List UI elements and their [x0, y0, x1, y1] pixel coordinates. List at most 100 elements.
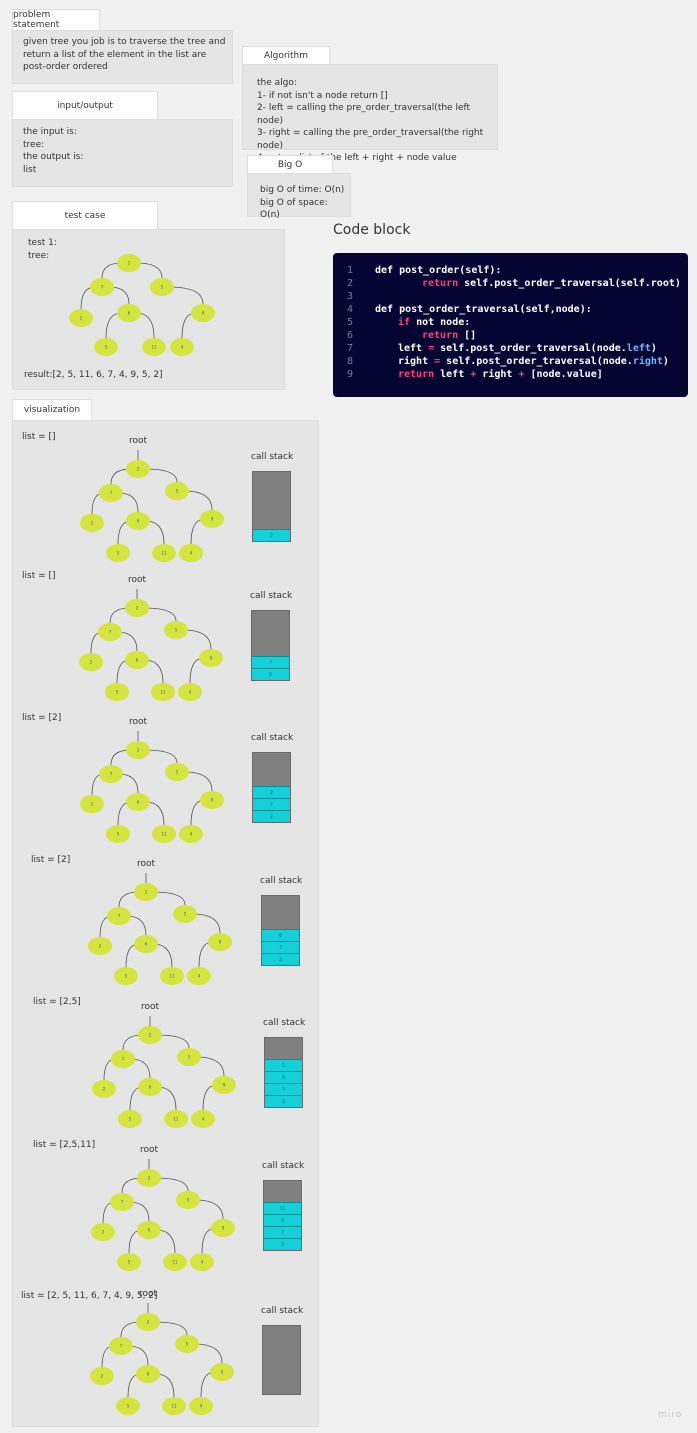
call-stack: 11 6 7 2 — [263, 1180, 302, 1251]
root-label: root — [129, 717, 148, 727]
tree-node-value: 5 — [176, 489, 179, 494]
call-stack-label: call stack — [263, 1018, 306, 1028]
tree-node-value: 2 — [103, 1087, 106, 1092]
tree-node-value: 7 — [120, 1344, 123, 1349]
tree-edge — [144, 607, 177, 622]
tree-edge — [145, 468, 178, 483]
tree-node-value: 7 — [118, 914, 121, 919]
tree-node-value: 2 — [149, 1033, 152, 1038]
call-stack-frame: 6 — [265, 1071, 302, 1083]
tree-node-value: 11 — [160, 690, 166, 695]
tree-node-value: 6 — [148, 1228, 151, 1233]
step-list-label: list = [2,5,11] — [33, 1140, 96, 1150]
tree-node-value: 4 — [189, 690, 192, 695]
tree-node-value: 4 — [200, 1404, 203, 1409]
tree-node-value: 11 — [161, 832, 167, 837]
call-stack-label: call stack — [261, 1306, 304, 1316]
tree-node-value: 4 — [190, 832, 193, 837]
step-list-label: list = [2] — [22, 713, 62, 723]
call-stack-frame: 2 — [265, 1095, 302, 1107]
root-label: root — [140, 1145, 159, 1155]
step-list-label: list = [2] — [31, 855, 71, 865]
step-list-label: list = [] — [22, 571, 56, 581]
call-stack-frame: 7 — [262, 941, 299, 953]
tree-node-value: 7 — [121, 1200, 124, 1205]
tree-node-value: 5 — [127, 1404, 130, 1409]
call-stack-label: call stack — [251, 452, 294, 462]
tree-node-value: 5 — [175, 628, 178, 633]
tree-edge — [156, 1177, 189, 1192]
tree-node-value: 6 — [147, 1372, 150, 1377]
call-stack-label: call stack — [250, 591, 293, 601]
tree-node-value: 5 — [184, 912, 187, 917]
call-stack-label: call stack — [251, 733, 294, 743]
tree-node-value: 5 — [176, 770, 179, 775]
tree-node-value: 9 — [222, 1226, 225, 1231]
call-stack-frame: 11 — [264, 1202, 301, 1214]
visualization-trees: 2 7 5 2 6 9 5 11 4 2 7 5 2 6 9 5 11 4 2 7 5 2 6 9 5 11 4 2 7 5 2 6 9 5 11 4… — [79, 450, 236, 1415]
call-stack-frame: 5 — [265, 1059, 302, 1071]
tree-node-value: 2 — [136, 606, 139, 611]
tree-node-value: 2 — [137, 748, 140, 753]
watermark: miro — [658, 1410, 683, 1420]
tree-node-value: 9 — [211, 517, 214, 522]
tree-node-value: 11 — [173, 1117, 179, 1122]
tree-edge — [155, 1321, 188, 1336]
tree-node-value: 5 — [129, 1117, 132, 1122]
tree-node-value: 6 — [137, 800, 140, 805]
tree-node-value: 4 — [202, 1117, 205, 1122]
tree-node-value: 6 — [149, 1085, 152, 1090]
tree-node-value: 5 — [186, 1342, 189, 1347]
tree-node-value: 4 — [190, 551, 193, 556]
tree-node-value: 7 — [109, 630, 112, 635]
tree-node-value: 2 — [91, 521, 94, 526]
tree-node-value: 4 — [201, 1260, 204, 1265]
tree-node-value: 6 — [145, 942, 148, 947]
tree-node-value: 7 — [110, 772, 113, 777]
root-label: root — [128, 575, 147, 585]
call-stack-frame: 2 — [253, 810, 290, 822]
tree-node-value: 6 — [136, 658, 139, 663]
tree-node-value: 5 — [117, 832, 120, 837]
tree-node-value: 2 — [101, 1374, 104, 1379]
root-label: root — [139, 1289, 158, 1299]
step-list-label: list = [2, 5, 11, 6, 7, 4, 9, 5, 2] — [21, 1291, 158, 1301]
call-stack-label: call stack — [262, 1161, 305, 1171]
call-stack: 72 — [251, 610, 290, 681]
call-stack-frame: 7 — [265, 1083, 302, 1095]
tree-node-value: 9 — [223, 1083, 226, 1088]
call-stack-frame: 7 — [253, 798, 290, 810]
tree-node-value: 9 — [221, 1370, 224, 1375]
tree-node-value: 5 — [187, 1198, 190, 1203]
tree-node-value: 6 — [137, 519, 140, 524]
call-stack: 272 — [252, 752, 291, 823]
step-list-label: list = [] — [22, 432, 56, 442]
call-stack-frame: 2 — [253, 786, 290, 798]
tree-node-value: 2 — [90, 660, 93, 665]
call-stack-frame: 2 — [253, 529, 290, 541]
tree-node-value: 7 — [110, 491, 113, 496]
tree-node-value: 5 — [116, 690, 119, 695]
call-stack — [262, 1325, 301, 1395]
tree-edge — [157, 1034, 190, 1049]
call-stack: 5672 — [264, 1037, 303, 1108]
tree-node-value: 2 — [145, 890, 148, 895]
root-label: root — [137, 859, 156, 869]
tree-node-value: 11 — [172, 1260, 178, 1265]
step-list-label: list = [2,5] — [33, 997, 81, 1007]
call-stack-frame: 2 — [264, 1238, 301, 1250]
call-stack-frame: 6 — [264, 1214, 301, 1226]
tree-node-value: 9 — [210, 656, 213, 661]
tree-node-value: 2 — [91, 802, 94, 807]
tree-node-value: 9 — [219, 940, 222, 945]
tree-edge — [153, 891, 186, 906]
call-stack-frame: 7 — [252, 656, 289, 668]
tree-node-value: 2 — [99, 944, 102, 949]
tree-node-value: 4 — [198, 974, 201, 979]
tree-node-value: 5 — [117, 551, 120, 556]
call-stack: 672 — [261, 895, 300, 966]
tree-node-value: 5 — [125, 974, 128, 979]
tree-node-value: 2 — [148, 1176, 151, 1181]
tree-node-value: 5 — [128, 1260, 131, 1265]
call-stack-frame: 2 — [262, 953, 299, 965]
